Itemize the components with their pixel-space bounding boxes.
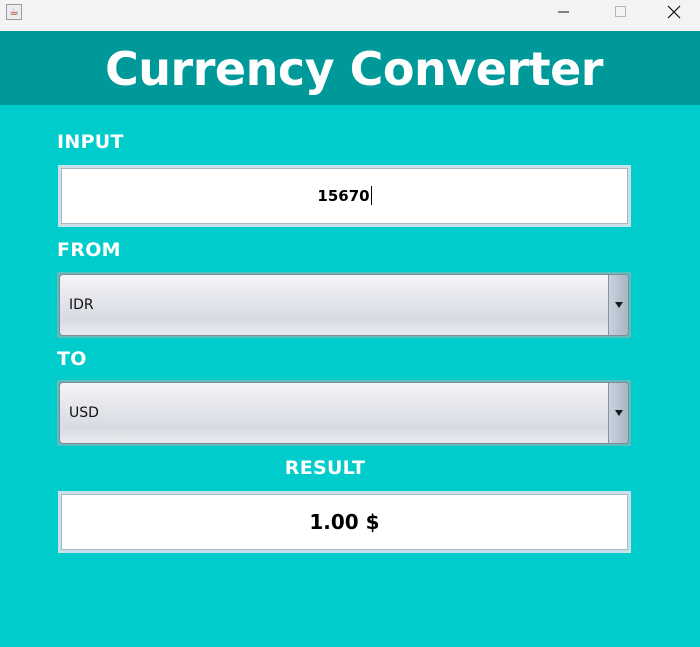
result-label: RESULT: [284, 457, 366, 479]
from-label: FROM: [57, 239, 121, 261]
chevron-down-icon: [615, 302, 623, 308]
java-cup-icon[interactable]: ☕: [6, 4, 22, 20]
amount-input[interactable]: 15670: [58, 165, 631, 227]
to-select-box[interactable]: USD: [59, 382, 629, 444]
result-field: 1.00 $: [58, 491, 631, 553]
minimize-icon: [558, 11, 569, 13]
chevron-down-icon: [615, 410, 623, 416]
minimize-button[interactable]: [540, 0, 586, 31]
from-select-box[interactable]: IDR: [59, 274, 629, 336]
maximize-icon: [615, 6, 626, 17]
text-caret: [370, 185, 372, 205]
from-selected-value: IDR: [69, 297, 94, 313]
amount-value: 15670: [317, 187, 370, 205]
from-dropdown-button[interactable]: [608, 275, 628, 335]
to-dropdown-button[interactable]: [608, 383, 628, 443]
input-label: INPUT: [57, 131, 124, 153]
to-currency-select[interactable]: USD: [57, 380, 631, 446]
maximize-button[interactable]: [598, 0, 644, 31]
amount-input-text: 15670: [61, 168, 628, 224]
app-header: Currency Converter: [0, 31, 700, 105]
from-currency-select[interactable]: IDR: [57, 272, 631, 338]
window-titlebar[interactable]: ☕: [0, 0, 700, 31]
close-button[interactable]: [652, 0, 698, 31]
result-value: 1.00 $: [309, 510, 380, 534]
to-selected-value: USD: [69, 405, 99, 421]
to-label: TO: [57, 348, 87, 370]
close-icon: [667, 5, 681, 19]
app-title: Currency Converter: [105, 42, 603, 96]
